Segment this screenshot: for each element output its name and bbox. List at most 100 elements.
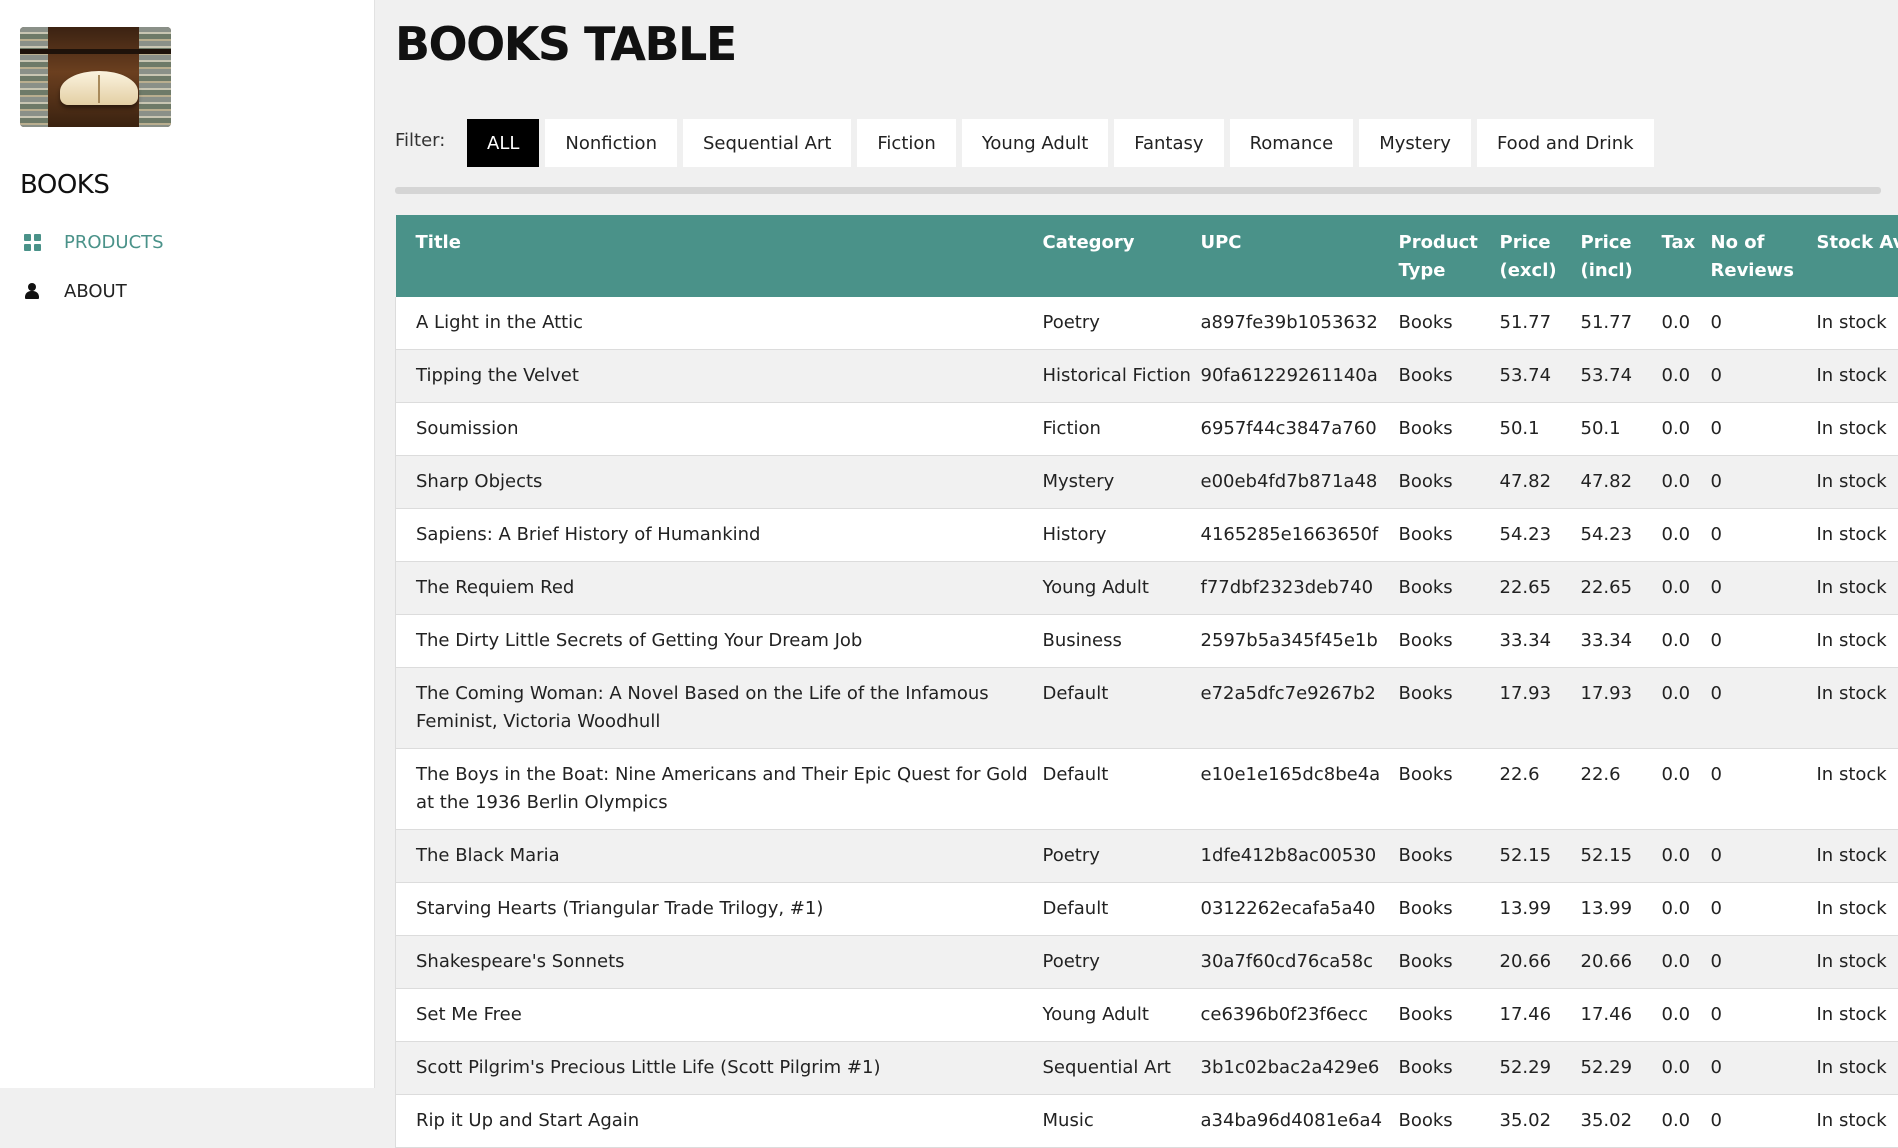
cell-price-incl: 52.29 (1581, 1042, 1662, 1095)
cell-tax: 0.0 (1662, 1042, 1711, 1095)
filter-bar: ALL Nonfiction Sequential Art Fiction Yo… (467, 119, 1654, 167)
table-row[interactable]: Scott Pilgrim's Precious Little Life (Sc… (396, 1042, 1898, 1095)
table-row[interactable]: Tipping the VelvetHistorical Fiction90fa… (396, 350, 1898, 403)
column-header-category[interactable]: Category (1043, 215, 1201, 297)
sidebar: BOOKS PRODUCTS ABOUT (0, 0, 375, 1088)
cell-reviews: 0 (1711, 509, 1817, 562)
cell-upc: f77dbf2323deb740 (1201, 562, 1399, 615)
table-row[interactable]: Shakespeare's SonnetsPoetry30a7f60cd76ca… (396, 936, 1898, 989)
cell-reviews: 0 (1711, 830, 1817, 883)
grid-icon (20, 230, 44, 254)
cell-product-type: Books (1399, 403, 1500, 456)
table-row[interactable]: A Light in the AtticPoetrya897fe39b10536… (396, 297, 1898, 350)
cell-tax: 0.0 (1662, 297, 1711, 350)
cell-tax: 0.0 (1662, 615, 1711, 668)
column-header-stock[interactable]: Stock Availability (1817, 215, 1898, 297)
column-header-reviews[interactable]: No of Reviews (1711, 215, 1817, 297)
cell-product-type: Books (1399, 297, 1500, 350)
cell-price-excl: 33.34 (1500, 615, 1581, 668)
filter-sequential-art-button[interactable]: Sequential Art (683, 119, 851, 167)
open-book-image (60, 71, 138, 105)
cell-product-type: Books (1399, 749, 1500, 830)
table-row[interactable]: The Dirty Little Secrets of Getting Your… (396, 615, 1898, 668)
cell-tax: 0.0 (1662, 509, 1711, 562)
cell-stock: In stock (1817, 297, 1898, 350)
cell-reviews: 0 (1711, 883, 1817, 936)
cell-product-type: Books (1399, 615, 1500, 668)
filter-young-adult-button[interactable]: Young Adult (962, 119, 1108, 167)
sidebar-brand: BOOKS (20, 170, 109, 200)
cell-title: Tipping the Velvet (396, 350, 1043, 403)
cell-title: A Light in the Attic (396, 297, 1043, 350)
cell-tax: 0.0 (1662, 403, 1711, 456)
cell-product-type: Books (1399, 668, 1500, 749)
cell-stock: In stock (1817, 456, 1898, 509)
table-row[interactable]: Sapiens: A Brief History of HumankindHis… (396, 509, 1898, 562)
column-header-price-incl[interactable]: Price (incl) (1581, 215, 1662, 297)
cell-reviews: 0 (1711, 1095, 1817, 1148)
cell-category: Young Adult (1043, 562, 1201, 615)
table-row[interactable]: The Requiem RedYoung Adultf77dbf2323deb7… (396, 562, 1898, 615)
table-row[interactable]: The Black MariaPoetry1dfe412b8ac00530Boo… (396, 830, 1898, 883)
cell-category: Poetry (1043, 830, 1201, 883)
filter-fiction-button[interactable]: Fiction (857, 119, 955, 167)
cell-price-incl: 53.74 (1581, 350, 1662, 403)
cell-stock: In stock (1817, 883, 1898, 936)
table-row[interactable]: Rip it Up and Start AgainMusica34ba96d40… (396, 1095, 1898, 1148)
cell-price-excl: 52.15 (1500, 830, 1581, 883)
cell-reviews: 0 (1711, 936, 1817, 989)
cell-stock: In stock (1817, 1095, 1898, 1148)
cell-reviews: 0 (1711, 403, 1817, 456)
table-row[interactable]: Starving Hearts (Triangular Trade Trilog… (396, 883, 1898, 936)
books-logo-image[interactable] (20, 27, 171, 127)
cell-price-incl: 22.65 (1581, 562, 1662, 615)
filter-food-and-drink-button[interactable]: Food and Drink (1477, 119, 1654, 167)
cell-category: Young Adult (1043, 989, 1201, 1042)
cell-price-incl: 54.23 (1581, 509, 1662, 562)
nav-item-about[interactable]: ABOUT (20, 276, 127, 306)
table-row[interactable]: SoumissionFiction6957f44c3847a760Books50… (396, 403, 1898, 456)
cell-category: Music (1043, 1095, 1201, 1148)
cell-price-incl: 22.6 (1581, 749, 1662, 830)
cell-tax: 0.0 (1662, 668, 1711, 749)
column-header-title[interactable]: Title (396, 215, 1043, 297)
cell-price-excl: 22.65 (1500, 562, 1581, 615)
cell-category: Default (1043, 749, 1201, 830)
table-row[interactable]: Sharp ObjectsMysterye00eb4fd7b871a48Book… (396, 456, 1898, 509)
table-row[interactable]: Set Me FreeYoung Adultce6396b0f23f6eccBo… (396, 989, 1898, 1042)
cell-reviews: 0 (1711, 989, 1817, 1042)
cell-reviews: 0 (1711, 615, 1817, 668)
cell-stock: In stock (1817, 615, 1898, 668)
filter-mystery-button[interactable]: Mystery (1359, 119, 1471, 167)
cell-upc: 2597b5a345f45e1b (1201, 615, 1399, 668)
filter-all-button[interactable]: ALL (467, 119, 539, 167)
filter-romance-button[interactable]: Romance (1230, 119, 1354, 167)
column-header-upc[interactable]: UPC (1201, 215, 1399, 297)
cell-price-excl: 17.93 (1500, 668, 1581, 749)
cell-category: Default (1043, 883, 1201, 936)
column-header-tax[interactable]: Tax (1662, 215, 1711, 297)
cell-category: Historical Fiction (1043, 350, 1201, 403)
cell-upc: 4165285e1663650f (1201, 509, 1399, 562)
cell-title: Sharp Objects (396, 456, 1043, 509)
horizontal-scrollbar[interactable] (395, 187, 1881, 194)
cell-stock: In stock (1817, 350, 1898, 403)
cell-product-type: Books (1399, 509, 1500, 562)
cell-tax: 0.0 (1662, 562, 1711, 615)
cell-title: Sapiens: A Brief History of Humankind (396, 509, 1043, 562)
table-header: Title Category UPC Product Type Price (e… (396, 215, 1898, 297)
filter-nonfiction-button[interactable]: Nonfiction (545, 119, 677, 167)
table-header-row: Title Category UPC Product Type Price (e… (396, 215, 1898, 297)
filter-fantasy-button[interactable]: Fantasy (1114, 119, 1223, 167)
table-row[interactable]: The Coming Woman: A Novel Based on the L… (396, 668, 1898, 749)
column-header-price-excl[interactable]: Price (excl) (1500, 215, 1581, 297)
cell-price-incl: 17.46 (1581, 989, 1662, 1042)
nav-item-products[interactable]: PRODUCTS (20, 227, 164, 257)
cell-product-type: Books (1399, 1042, 1500, 1095)
column-header-product-type[interactable]: Product Type (1399, 215, 1500, 297)
cell-category: History (1043, 509, 1201, 562)
nav-item-label: ABOUT (64, 281, 127, 302)
filter-label: Filter: (395, 130, 445, 151)
table-row[interactable]: The Boys in the Boat: Nine Americans and… (396, 749, 1898, 830)
cell-category: Poetry (1043, 936, 1201, 989)
